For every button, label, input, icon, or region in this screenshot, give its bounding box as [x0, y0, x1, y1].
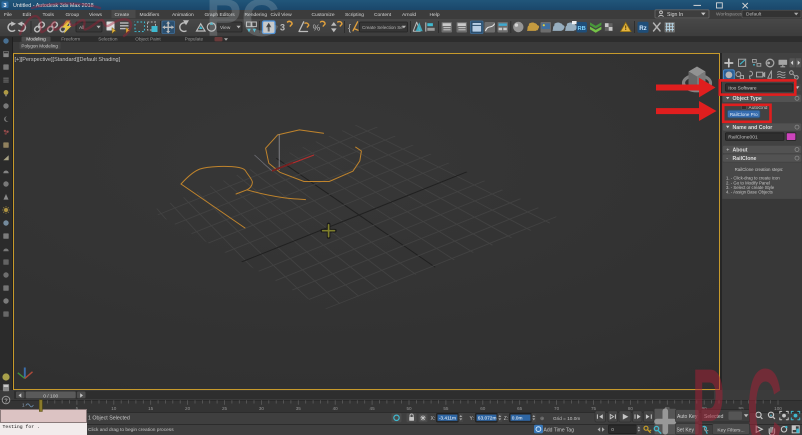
svg-text:Workspaces:: Workspaces: — [716, 12, 744, 18]
svg-text:+: + — [726, 147, 729, 153]
svg-text:!: ! — [625, 25, 627, 32]
svg-text:Z:: Z: — [504, 416, 508, 422]
svg-text:75: 75 — [591, 406, 597, 411]
svg-text:5: 5 — [76, 406, 79, 411]
svg-text:-: - — [726, 156, 728, 162]
svg-text:3: 3 — [280, 23, 285, 33]
svg-text:Populate: Populate — [185, 37, 204, 42]
svg-text:Object Type: Object Type — [733, 96, 762, 102]
svg-text:Default: Default — [746, 12, 762, 18]
svg-text:Sign In: Sign In — [667, 12, 683, 18]
svg-text:P: P — [692, 345, 724, 435]
svg-text:Y:: Y: — [470, 416, 474, 422]
svg-text:70: 70 — [554, 406, 560, 411]
svg-text:Modifiers: Modifiers — [140, 12, 160, 18]
svg-text:PC: PC — [206, 0, 280, 48]
svg-text:Grid = 10.0m: Grid = 10.0m — [553, 416, 580, 421]
svg-text:C: C — [747, 345, 782, 435]
svg-text:40: 40 — [333, 406, 339, 411]
svg-text:15: 15 — [148, 406, 154, 411]
svg-text:Help: Help — [430, 12, 440, 18]
svg-text:Create Selection Se: Create Selection Se — [362, 25, 403, 30]
svg-text:RB: RB — [578, 26, 586, 32]
svg-text:63.072m: 63.072m — [478, 416, 497, 422]
svg-text:Customize: Customize — [312, 12, 335, 18]
svg-text:RailClone001: RailClone001 — [728, 135, 758, 141]
svg-text:[+][Perspective][Standard][Def: [+][Perspective][Standard][Default Shadi… — [15, 57, 121, 63]
svg-text:Scripting: Scripting — [345, 12, 364, 18]
svg-text:45: 45 — [370, 406, 376, 411]
svg-text:30: 30 — [259, 406, 265, 411]
svg-text:0 / 100: 0 / 100 — [43, 393, 58, 399]
svg-text:50: 50 — [406, 406, 412, 411]
svg-text:0.0m: 0.0m — [512, 416, 523, 422]
svg-text:⊕: ⊕ — [540, 416, 544, 422]
svg-text:File: File — [4, 12, 12, 18]
svg-text:Tools: Tools — [43, 12, 55, 18]
svg-text:X:: X: — [431, 416, 436, 422]
svg-text:Name and Color: Name and Color — [733, 125, 773, 131]
svg-text:Object Paint: Object Paint — [135, 37, 161, 42]
svg-text:35: 35 — [296, 406, 302, 411]
svg-text:1 Object Selected: 1 Object Selected — [88, 415, 130, 421]
svg-text:?: ? — [4, 398, 8, 404]
svg-text:4. - Assign Base Objects: 4. - Assign Base Objects — [726, 190, 773, 195]
svg-text:{: { — [348, 23, 351, 33]
svg-text:55: 55 — [443, 406, 449, 411]
svg-text:Views: Views — [89, 12, 103, 18]
svg-text:Polygon Modeling: Polygon Modeling — [21, 43, 58, 48]
svg-text:Selection: Selection — [98, 37, 118, 42]
svg-text:Rz: Rz — [639, 25, 647, 32]
svg-text:80: 80 — [628, 406, 634, 411]
svg-text:25: 25 — [222, 406, 228, 411]
svg-text:Freeform: Freeform — [61, 37, 80, 42]
svg-text:RailClone: RailClone — [733, 156, 757, 162]
svg-text:RailClone Pro: RailClone Pro — [730, 112, 758, 117]
svg-text:65: 65 — [517, 406, 523, 411]
svg-text:Animation: Animation — [172, 12, 194, 18]
svg-text:Add Time Tag: Add Time Tag — [544, 427, 575, 433]
svg-text:Click and drag to begin creati: Click and drag to begin creation process — [88, 427, 174, 433]
svg-text:1: 1 — [22, 402, 25, 407]
svg-text:Group: Group — [66, 12, 80, 18]
svg-text:60: 60 — [480, 406, 486, 411]
svg-text:RailClone creation steps:: RailClone creation steps: — [735, 167, 784, 172]
svg-text:%: % — [313, 23, 321, 33]
svg-text:Create: Create — [115, 12, 130, 18]
svg-text:About: About — [733, 147, 748, 153]
svg-text:Content: Content — [374, 12, 392, 18]
svg-text:Itoo Software: Itoo Software — [728, 85, 757, 91]
svg-text:Arnold: Arnold — [402, 12, 416, 18]
svg-text:10: 10 — [111, 406, 117, 411]
svg-text:0: 0 — [611, 427, 614, 433]
svg-text:20: 20 — [185, 406, 191, 411]
svg-text:-3.411m: -3.411m — [439, 416, 456, 422]
